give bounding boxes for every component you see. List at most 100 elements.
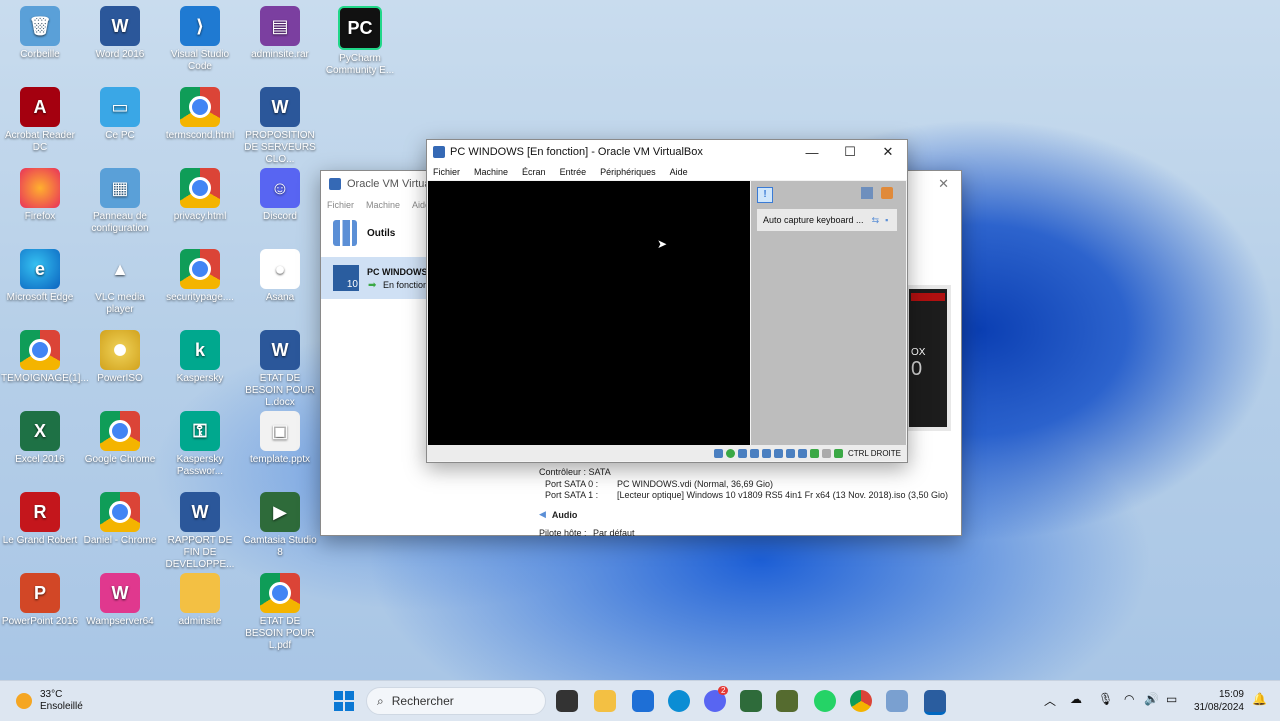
desktop-icon-label: PROPOSITION DE SERVEURS CLO... (244, 130, 316, 165)
desktop-icon[interactable]: ☺ Discord (241, 168, 319, 223)
vm-state: En fonction (383, 280, 429, 290)
desktop-icon[interactable]: ⚿ Kaspersky Passwor... (161, 411, 239, 478)
audio-icon[interactable] (737, 448, 747, 458)
desktop-icon[interactable]: PowerISO (81, 330, 159, 385)
desktop-icon-label: PowerPoint 2016 (1, 616, 79, 627)
desktop-icon[interactable]: securitypage.... (161, 249, 239, 304)
usb-icon[interactable] (761, 448, 771, 458)
desktop-icon[interactable]: W ETAT DE BESOIN POUR L.docx (241, 330, 319, 409)
desktop-icon[interactable]: ▶ Camtasia Studio 8 (241, 492, 319, 559)
close-notifications-icon[interactable] (881, 187, 893, 199)
notification-bell-icon[interactable]: 🔔 (1252, 692, 1267, 706)
vm-taskbar-icon[interactable] (924, 690, 946, 715)
collapse-icon[interactable] (861, 187, 873, 199)
desktop-icon[interactable]: ⟩ Visual Studio Code (161, 6, 239, 73)
optical-drive-icon[interactable] (725, 448, 735, 458)
desktop-icon[interactable]: R Le Grand Robert (1, 492, 79, 547)
desktop-icon[interactable]: W RAPPORT DE FIN DE DEVELOPPE... (161, 492, 239, 571)
battery-icon[interactable]: ▭ (1166, 692, 1177, 706)
weather-widget[interactable]: 33°C Ensoleillé (16, 689, 83, 713)
vm-menu-peripheriques[interactable]: Périphériques (600, 167, 656, 177)
vm-menu-ecran[interactable]: Écran (522, 167, 546, 177)
desktop-icon[interactable]: Firefox (1, 168, 79, 223)
camtasia-recorder-icon[interactable] (776, 690, 798, 712)
file-explorer-icon[interactable] (594, 690, 616, 712)
edge-icon[interactable] (668, 690, 690, 712)
mouse-integration-icon[interactable] (821, 448, 831, 458)
vm-menu-aide[interactable]: Aide (670, 167, 688, 177)
camtasia-icon[interactable] (740, 690, 762, 712)
search-box[interactable]: ⌕ Rechercher (366, 687, 546, 715)
volume-icon[interactable]: 🔊 (1144, 692, 1159, 706)
desktop-icon[interactable]: ▭ Ce PC (81, 87, 159, 142)
desktop-icon-label: Google Chrome (84, 454, 156, 465)
desktop-icon[interactable]: termscond.html (161, 87, 239, 142)
desktop-icon[interactable]: Google Chrome (81, 411, 159, 466)
maximize-icon[interactable]: ☐ (831, 144, 869, 160)
chrome-icon (180, 168, 220, 208)
desktop-icon[interactable]: 🗑 Corbeille (1, 6, 79, 61)
desktop-icon[interactable]: W Wampserver64 (81, 573, 159, 628)
desktop-icon[interactable]: ▲ VLC media player (81, 249, 159, 316)
vm-list-item[interactable]: 10 PC WINDOWS ➡ En fonction (321, 257, 429, 299)
whatsapp-icon[interactable] (814, 690, 836, 712)
desktop-icon[interactable]: P PowerPoint 2016 (1, 573, 79, 628)
desktop-icon[interactable]: W PROPOSITION DE SERVEURS CLO... (241, 87, 319, 166)
weather-desc: Ensoleillé (40, 701, 83, 712)
desktop-icon[interactable]: A Acrobat Reader DC (1, 87, 79, 154)
panel-icon: 🗑 (20, 6, 60, 46)
display-icon[interactable] (785, 448, 795, 458)
desktop-icon[interactable]: ▦ Panneau de configuration (81, 168, 159, 235)
desktop-icon[interactable]: X Excel 2016 (1, 411, 79, 466)
notification-item[interactable]: Auto capture keyboard ... ⇆ ▪ (757, 209, 897, 231)
desktop-icon[interactable]: PC PyCharm Community E... (321, 6, 399, 77)
vm-titlebar[interactable]: PC WINDOWS [En fonction] - Oracle VM Vir… (427, 140, 907, 164)
chrome-icon (180, 87, 220, 127)
chrome-icon[interactable] (850, 690, 872, 712)
desktop-icon[interactable]: Daniel - Chrome (81, 492, 159, 547)
close-icon[interactable]: ✕ (869, 144, 907, 160)
task-view-icon[interactable] (556, 690, 578, 712)
desktop-icon-label: Camtasia Studio 8 (243, 535, 317, 558)
desktop-icon[interactable]: e Microsoft Edge (1, 249, 79, 304)
audio-section-header[interactable]: ◀ Audio (539, 509, 959, 520)
mouse-pointer-icon: ➤ (657, 237, 668, 251)
shared-folders-icon[interactable] (773, 448, 783, 458)
network-icon[interactable] (749, 448, 759, 458)
desktop-icon[interactable]: ▤ adminsite.rar (241, 6, 319, 61)
cpu-icon[interactable] (809, 448, 819, 458)
manager-menu-machine[interactable]: Machine (366, 200, 400, 210)
start-windows-icon[interactable] (334, 691, 354, 711)
wifi-icon[interactable]: ◠ (1124, 692, 1134, 706)
vm-display[interactable]: ➤ (428, 181, 750, 445)
close-icon[interactable]: ✕ (938, 176, 949, 192)
hard-disk-icon[interactable] (713, 448, 723, 458)
notification-close-icon[interactable]: ▪ (885, 215, 888, 225)
desktop-icon[interactable]: ● Asana (241, 249, 319, 304)
desktop-icon[interactable]: k Kaspersky (161, 330, 239, 385)
vm-menu-machine[interactable]: Machine (474, 167, 508, 177)
recording-icon[interactable] (797, 448, 807, 458)
minimize-icon[interactable]: — (793, 145, 831, 160)
keyboard-capture-icon[interactable] (833, 448, 843, 458)
vm-menu-fichier[interactable]: Fichier (433, 167, 460, 177)
chevron-up-icon[interactable]: ︿ (1044, 692, 1056, 709)
notification-toggle-icon[interactable]: ⇆ (872, 215, 880, 226)
vm-menu-entree[interactable]: Entrée (560, 167, 587, 177)
microphone-icon[interactable]: 🎙 (1098, 692, 1113, 706)
vm-window[interactable]: PC WINDOWS [En fonction] - Oracle VM Vir… (426, 139, 908, 463)
desktop-icon-label: Microsoft Edge (6, 292, 74, 303)
desktop-icon[interactable]: ETAT DE BESOIN POUR L.pdf (241, 573, 319, 652)
desktop-icon-label: Kaspersky (176, 373, 224, 384)
virtualbox-icon[interactable] (886, 690, 908, 712)
desktop-icon[interactable]: adminsite (161, 573, 239, 628)
manager-menu-fichier[interactable]: Fichier (327, 200, 354, 210)
vlc-icon: ▲ (111, 259, 129, 279)
desktop-icon[interactable]: ▣ template.pptx (241, 411, 319, 466)
desktop-icon[interactable]: TEMOIGNAGE(1]... (1, 330, 89, 385)
clock[interactable]: 15:09 31/08/2024 (1192, 688, 1244, 714)
network-off-icon[interactable]: ☁ (1070, 692, 1082, 706)
desktop-icon[interactable]: privacy.html (161, 168, 239, 223)
desktop-icon[interactable]: W Word 2016 (81, 6, 159, 61)
store-icon[interactable] (632, 690, 654, 712)
